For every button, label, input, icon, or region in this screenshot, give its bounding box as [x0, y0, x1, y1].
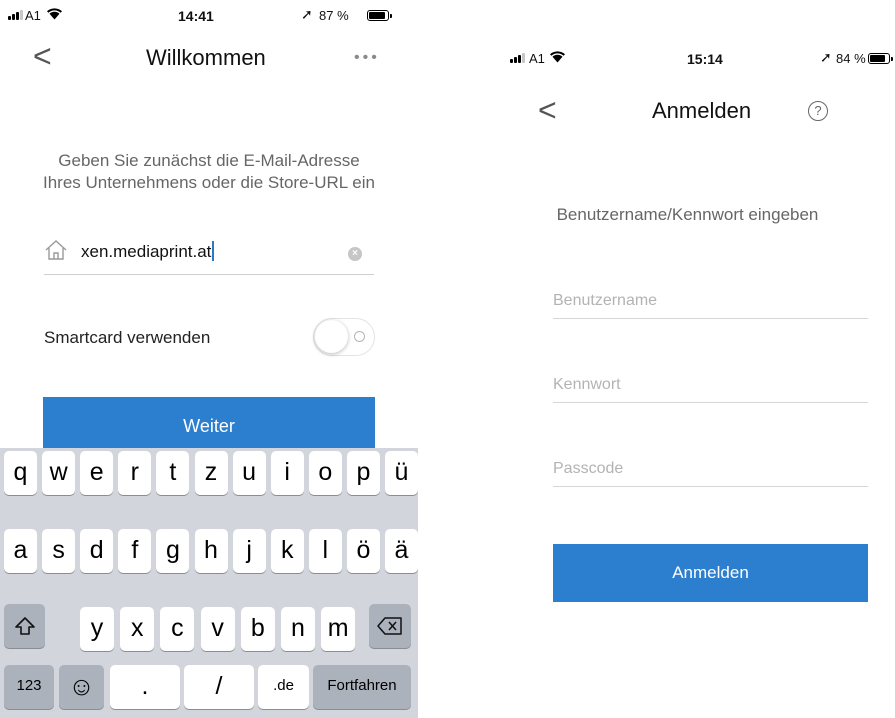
key-r[interactable]: r: [118, 451, 152, 495]
status-time: 15:14: [687, 51, 723, 67]
de-key[interactable]: .de: [258, 665, 309, 709]
key-h[interactable]: h: [194, 529, 228, 573]
shift-key[interactable]: [4, 604, 45, 648]
key-u[interactable]: u: [232, 451, 266, 495]
key-l[interactable]: l: [308, 529, 342, 573]
key-z[interactable]: z: [194, 451, 228, 495]
back-button[interactable]: <: [538, 94, 557, 126]
key-g[interactable]: g: [156, 529, 190, 573]
key-f[interactable]: f: [118, 529, 152, 573]
status-bar: A1 14:41 ➚ 87 %: [0, 6, 418, 28]
help-icon[interactable]: ?: [808, 101, 828, 121]
wifi-icon: [549, 50, 566, 66]
key-y[interactable]: y: [80, 607, 114, 651]
key-q[interactable]: q: [4, 451, 37, 495]
key-a[interactable]: a: [4, 529, 37, 573]
continue-button[interactable]: Weiter: [43, 397, 375, 451]
key-n[interactable]: n: [281, 607, 315, 651]
battery-icon: [868, 53, 893, 64]
clear-icon[interactable]: ×: [348, 247, 362, 261]
battery-icon: [367, 10, 392, 21]
key-ö[interactable]: ö: [346, 529, 380, 573]
key-k[interactable]: k: [270, 529, 304, 573]
screen-welcome: A1 14:41 ➚ 87 % < Willkommen ••• Geben S…: [0, 0, 418, 718]
numbers-key[interactable]: 123: [4, 665, 54, 709]
page-title: Anmelden: [652, 98, 752, 123]
instruction-text: Geben Sie zunächst die E-Mail-Adresse Ih…: [0, 150, 418, 194]
carrier-label: A1: [25, 8, 41, 23]
instruction-line-2: Ihres Unternehmens oder die Store-URL ei…: [43, 173, 375, 192]
signal-icon: [510, 53, 525, 63]
smartcard-toggle[interactable]: [313, 318, 375, 356]
signal-icon: [8, 10, 23, 20]
period-key[interactable]: .: [110, 665, 180, 709]
smartcard-label: Smartcard verwenden: [44, 328, 211, 347]
page-title: Willkommen: [146, 45, 266, 70]
screen-login: A1 15:14 ➚ 84 % < Anmelden ? Benutzernam…: [480, 0, 895, 718]
status-time: 14:41: [178, 8, 214, 24]
store-url-field[interactable]: xen.mediaprint.at ×: [44, 233, 374, 275]
key-i[interactable]: i: [270, 451, 304, 495]
key-e[interactable]: e: [80, 451, 114, 495]
key-o[interactable]: o: [308, 451, 342, 495]
location-arrow-icon: ➚: [301, 6, 313, 22]
more-options-button[interactable]: •••: [354, 49, 380, 67]
instruction-line-1: Geben Sie zunächst die E-Mail-Adresse: [58, 151, 360, 170]
key-x[interactable]: x: [120, 607, 155, 651]
key-ä[interactable]: ä: [385, 529, 418, 573]
key-j[interactable]: j: [232, 529, 266, 573]
instruction-text: Benutzername/Kennwort eingeben: [556, 205, 819, 224]
key-b[interactable]: b: [240, 607, 275, 651]
back-button[interactable]: <: [33, 40, 52, 72]
username-input[interactable]: [553, 283, 868, 318]
return-key[interactable]: Fortfahren: [313, 665, 411, 709]
key-t[interactable]: t: [156, 451, 190, 495]
emoji-key[interactable]: ☺: [59, 665, 104, 709]
key-d[interactable]: d: [80, 529, 114, 573]
login-button[interactable]: Anmelden: [553, 544, 868, 602]
status-bar: A1 15:14 ➚ 84 %: [480, 49, 895, 71]
username-field[interactable]: [553, 283, 868, 319]
carrier-label: A1: [529, 51, 545, 66]
key-c[interactable]: c: [160, 607, 195, 651]
store-url-input[interactable]: xen.mediaprint.at: [81, 241, 215, 262]
house-icon: [44, 239, 68, 266]
slash-key[interactable]: /: [184, 665, 254, 709]
password-input[interactable]: [553, 367, 868, 402]
key-ü[interactable]: ü: [385, 451, 418, 495]
passcode-input[interactable]: [553, 451, 868, 486]
wifi-icon: [46, 7, 63, 23]
key-s[interactable]: s: [42, 529, 76, 573]
password-field[interactable]: [553, 367, 868, 403]
battery-percent: 87 %: [319, 8, 349, 23]
passcode-field[interactable]: [553, 451, 868, 487]
keyboard: qwertzuiopü asdfghjklöä yxcvbnm 123 ☺ . …: [0, 448, 418, 718]
key-v[interactable]: v: [200, 607, 235, 651]
battery-percent: 84 %: [836, 51, 866, 66]
key-p[interactable]: p: [346, 451, 380, 495]
key-m[interactable]: m: [321, 607, 356, 651]
location-arrow-icon: ➚: [820, 49, 832, 65]
key-w[interactable]: w: [42, 451, 76, 495]
backspace-key[interactable]: [369, 604, 411, 648]
